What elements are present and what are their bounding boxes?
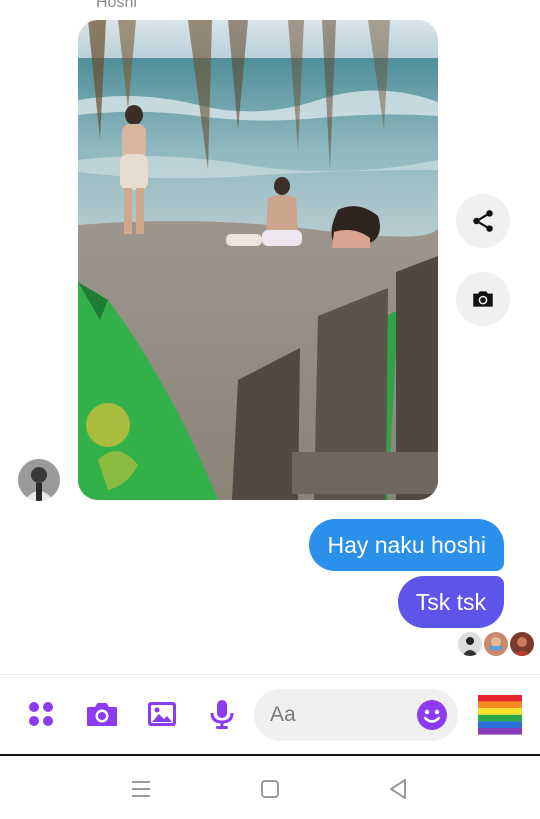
camera-icon xyxy=(87,703,117,726)
message-input-wrapper xyxy=(254,689,458,741)
microphone-icon xyxy=(210,700,234,729)
messenger-chat-screen: Hoshi Hay naku hoshi Tsk tsk Aa xyxy=(0,0,540,819)
outgoing-message[interactable]: Hay naku hoshi xyxy=(309,519,504,571)
camera-icon xyxy=(473,291,493,307)
home-button[interactable] xyxy=(255,774,285,804)
camera-button[interactable] xyxy=(85,697,119,731)
back-button[interactable] xyxy=(383,774,413,804)
share-button[interactable] xyxy=(456,194,510,248)
beach-photo-image xyxy=(78,20,438,500)
seen-avatar xyxy=(510,632,534,656)
seen-by-avatars xyxy=(458,632,534,656)
rainbow-flag-icon xyxy=(478,695,522,735)
smiley-icon xyxy=(417,700,447,730)
home-icon xyxy=(261,780,279,798)
recent-apps-button[interactable] xyxy=(126,774,156,804)
quick-reaction-button[interactable] xyxy=(476,693,524,737)
apps-icon xyxy=(29,702,53,726)
sender-avatar[interactable] xyxy=(18,459,60,501)
seen-avatar xyxy=(458,632,482,656)
system-navigation-bar xyxy=(0,756,540,819)
emoji-button[interactable] xyxy=(416,699,448,731)
sender-name: Hoshi xyxy=(96,0,137,11)
seen-avatar xyxy=(484,632,508,656)
voice-message-button[interactable] xyxy=(205,697,239,731)
camera-reply-button[interactable] xyxy=(456,272,510,326)
back-icon xyxy=(390,779,406,799)
apps-button[interactable] xyxy=(24,697,58,731)
message-composer xyxy=(0,674,540,754)
shared-photo[interactable] xyxy=(78,20,438,500)
image-icon xyxy=(148,702,176,726)
menu-icon xyxy=(132,781,150,797)
message-input[interactable] xyxy=(270,689,410,741)
outgoing-message[interactable]: Tsk tsk xyxy=(397,576,504,628)
share-icon xyxy=(473,210,493,232)
gallery-button[interactable] xyxy=(145,697,179,731)
